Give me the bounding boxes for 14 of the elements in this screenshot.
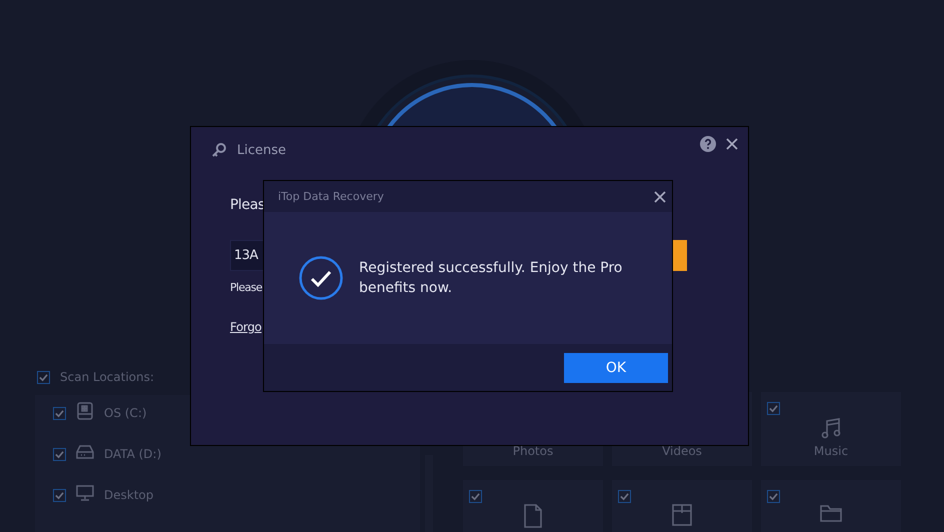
scan-locations-label: Scan Locations:: [60, 370, 154, 384]
forgot-link[interactable]: Forgo: [230, 320, 262, 334]
location-label: DATA (D:): [104, 447, 162, 461]
file-type-label: Music: [814, 444, 848, 458]
dialog-title: iTop Data Recovery: [278, 190, 384, 203]
message-text: Registered successfully. Enjoy the Pro benefits now.: [359, 259, 624, 298]
location-label: Desktop: [104, 488, 154, 502]
prompt-text: Pleas: [230, 197, 265, 213]
hint-text: Please: [230, 281, 262, 294]
location-label: OS (C:): [104, 406, 147, 420]
file-type-label: Videos: [662, 444, 702, 458]
file-type-label: Photos: [512, 444, 554, 458]
ok-button[interactable]: OK: [564, 352, 668, 382]
dialog-title: License: [237, 142, 286, 158]
